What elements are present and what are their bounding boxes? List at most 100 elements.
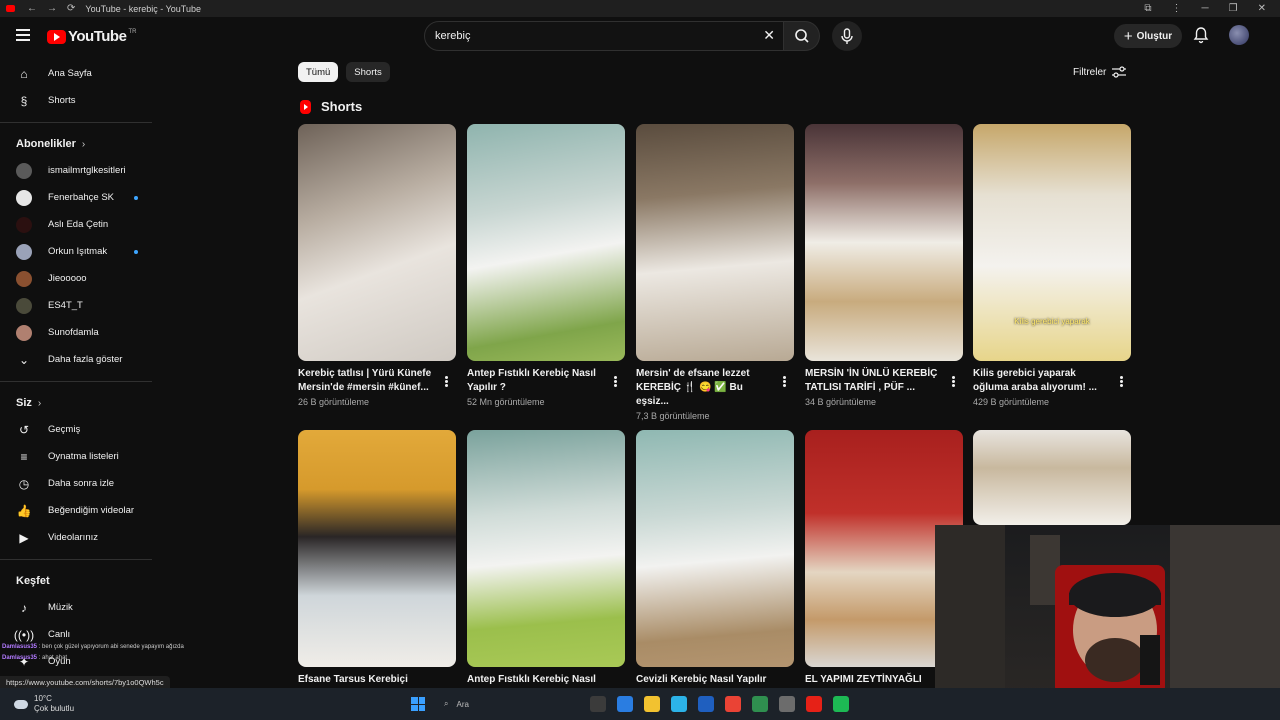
- sidebar-item-subscription[interactable]: Orkun Işıtmak: [0, 238, 160, 265]
- short-card[interactable]: Antep Fıstıklı Kerebiç Nasıl Yapılır ? 52…: [467, 124, 625, 407]
- voice-search-button[interactable]: [832, 21, 862, 51]
- short-thumbnail[interactable]: [298, 124, 456, 361]
- close-window-icon[interactable]: ✕: [1258, 3, 1266, 14]
- short-thumbnail[interactable]: [636, 430, 794, 667]
- short-title[interactable]: Efsane Tarsus Kerebiçi: [298, 673, 438, 687]
- taskbar-search[interactable]: ⌕ Ara: [440, 696, 546, 712]
- search-button[interactable]: [784, 21, 820, 51]
- sidebar-item-your-videos[interactable]: ▶ Videolarınız: [0, 524, 160, 551]
- shorts-section-title: Shorts: [321, 99, 363, 114]
- more-options-icon[interactable]: [1120, 376, 1123, 387]
- browser-menu-icon[interactable]: ⋮: [1172, 3, 1182, 14]
- sidebar-item-label: Geçmiş: [48, 424, 81, 435]
- sidebar-item-subscription[interactable]: ES4T_T: [0, 292, 160, 319]
- short-card[interactable]: Mersin' de efsane lezzet KEREBİÇ 🍴 😋 ✅ B…: [636, 124, 794, 421]
- chat-username: Damlasus35: [2, 655, 38, 661]
- sidebar-item-subscription[interactable]: Fenerbahçe SK: [0, 184, 160, 211]
- plus-icon: +: [1123, 27, 1133, 45]
- sidebar-item-label: Ana Sayfa: [48, 68, 92, 79]
- sidebar-item-label: Beğendiğim videolar: [48, 505, 135, 516]
- short-thumbnail[interactable]: Kilis gerebici yaparak: [973, 124, 1131, 361]
- show-more-button[interactable]: ⌄ Daha fazla göster: [0, 346, 160, 373]
- short-card[interactable]: Kilis gerebici yaparak Kilis gerebici yap…: [973, 124, 1131, 407]
- more-options-icon[interactable]: [614, 376, 617, 387]
- forward-icon[interactable]: →: [47, 3, 57, 14]
- sidebar-item-watch-later[interactable]: ◷ Daha sonra izle: [0, 470, 160, 497]
- short-title[interactable]: Kerebiç tatlısı | Yürü Künefe Mersin'de …: [298, 367, 438, 395]
- sidebar-item-subscription[interactable]: Jieooooo: [0, 265, 160, 292]
- shorts-icon: [300, 99, 311, 114]
- maximize-icon[interactable]: ❐: [1229, 3, 1238, 14]
- short-title[interactable]: Mersin' de efsane lezzet KEREBİÇ 🍴 😋 ✅ B…: [636, 367, 776, 409]
- taskbar-app-icon[interactable]: [590, 696, 606, 712]
- sidebar-item-playlists[interactable]: ≡ Oynatma listeleri: [0, 443, 160, 470]
- short-card[interactable]: MERSİN 'İN ÜNLÜ KEREBİÇ TATLISI TARİFİ ,…: [805, 124, 963, 407]
- short-views: 52 Mn görüntüleme: [467, 397, 545, 407]
- more-options-icon[interactable]: [783, 376, 786, 387]
- taskbar-app-icon[interactable]: [752, 696, 768, 712]
- short-card[interactable]: Efsane Tarsus Kerebiçi: [298, 430, 456, 687]
- taskbar-app-icon[interactable]: [617, 696, 633, 712]
- clear-search-icon[interactable]: ✕: [763, 27, 775, 44]
- notifications-bell-icon[interactable]: [1192, 26, 1210, 44]
- sidebar-item-label: ES4T_T: [48, 300, 83, 311]
- short-thumbnail[interactable]: [805, 124, 963, 361]
- windows-start-icon[interactable]: [411, 697, 425, 711]
- menu-icon[interactable]: [16, 29, 30, 41]
- channel-avatar: [16, 162, 32, 179]
- short-title[interactable]: Antep Fıstıklı Kerebiç Nasıl Yapılır ?: [467, 367, 607, 395]
- short-thumbnail[interactable]: [467, 124, 625, 361]
- short-title[interactable]: Kilis gerebici yaparak oğluma araba alıy…: [973, 367, 1113, 395]
- chip-shorts[interactable]: Shorts: [346, 62, 390, 82]
- you-header[interactable]: Siz ›: [0, 390, 160, 416]
- more-options-icon[interactable]: [952, 376, 955, 387]
- short-thumbnail[interactable]: [298, 430, 456, 667]
- short-title[interactable]: Antep Fıstıklı Kerebiç Nasıl: [467, 673, 607, 687]
- short-card[interactable]: Kerebiç tatlısı | Yürü Künefe Mersin'de …: [298, 124, 456, 407]
- channel-avatar: [16, 297, 32, 314]
- filters-button[interactable]: Filtreler: [1073, 66, 1127, 78]
- sidebar-item-music[interactable]: ♪ Müzik: [0, 594, 160, 621]
- more-options-icon[interactable]: [445, 376, 448, 387]
- extensions-icon[interactable]: ⧉: [1144, 3, 1151, 14]
- channel-avatar: [16, 216, 32, 233]
- taskbar-app-icon[interactable]: [833, 696, 849, 712]
- search-input[interactable]: kerebiç ✕: [424, 21, 784, 51]
- weather-widget[interactable]: 10°C Çok bulutlu: [14, 694, 74, 714]
- subscriptions-header[interactable]: Abonelikler ›: [0, 131, 160, 157]
- taskbar-app-icon[interactable]: [698, 696, 714, 712]
- short-title[interactable]: Cevizli Kerebiç Nasıl Yapılır: [636, 673, 776, 687]
- liked-videos-icon: 👍: [16, 503, 32, 518]
- short-thumbnail[interactable]: [973, 430, 1131, 525]
- short-card[interactable]: Cevizli Kerebiç Nasıl Yapılır: [636, 430, 794, 687]
- taskbar-app-icon[interactable]: [806, 696, 822, 712]
- sidebar: ⌂ Ana Sayfa § Shorts Abonelikler › ismail…: [0, 60, 160, 675]
- short-thumbnail[interactable]: [636, 124, 794, 361]
- thumbnail-caption: Kilis gerebici yaparak: [1014, 317, 1090, 326]
- short-title[interactable]: EL YAPIMI ZEYTİNYAĞLI: [805, 673, 945, 687]
- sidebar-item-label: Müzik: [48, 602, 73, 613]
- sidebar-item-subscription[interactable]: Aslı Eda Çetin: [0, 211, 160, 238]
- minimize-icon[interactable]: ─: [1202, 3, 1209, 14]
- sidebar-item-subscription[interactable]: Sunofdamla: [0, 319, 160, 346]
- sidebar-item-subscription[interactable]: ismailmrtglkesitleri: [0, 157, 160, 184]
- create-button[interactable]: + Oluştur: [1114, 24, 1182, 48]
- short-card[interactable]: [973, 430, 1131, 525]
- taskbar-app-icon[interactable]: [644, 696, 660, 712]
- reload-icon[interactable]: ⟳: [67, 3, 75, 14]
- youtube-logo[interactable]: YouTube TR: [47, 28, 136, 45]
- sidebar-item-home[interactable]: ⌂ Ana Sayfa: [0, 60, 160, 87]
- channel-avatar: [16, 243, 32, 260]
- sidebar-item-history[interactable]: ↺ Geçmiş: [0, 416, 160, 443]
- taskbar-app-icon[interactable]: [671, 696, 687, 712]
- account-avatar[interactable]: [1229, 25, 1249, 45]
- short-title[interactable]: MERSİN 'İN ÜNLÜ KEREBİÇ TATLISI TARİFİ ,…: [805, 367, 945, 395]
- taskbar-app-icon[interactable]: [725, 696, 741, 712]
- back-icon[interactable]: ←: [27, 3, 37, 14]
- short-thumbnail[interactable]: [467, 430, 625, 667]
- sidebar-item-liked-videos[interactable]: 👍 Beğendiğim videolar: [0, 497, 160, 524]
- short-card[interactable]: Antep Fıstıklı Kerebiç Nasıl: [467, 430, 625, 687]
- taskbar-app-icon[interactable]: [779, 696, 795, 712]
- chip-all[interactable]: Tümü: [298, 62, 339, 82]
- sidebar-item-shorts[interactable]: § Shorts: [0, 87, 160, 114]
